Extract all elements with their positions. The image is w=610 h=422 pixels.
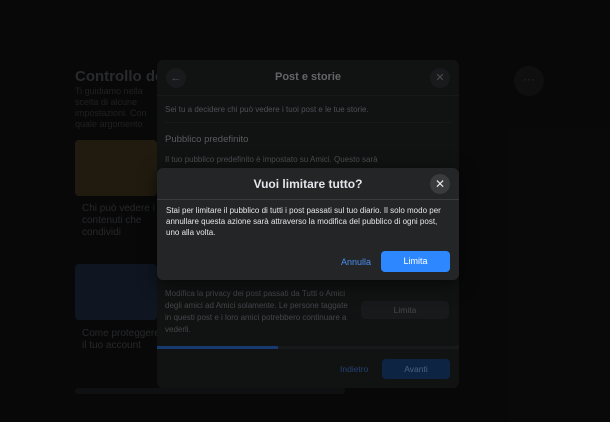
confirm-limit-button[interactable]: Limita bbox=[381, 251, 450, 272]
cancel-button[interactable]: Annulla bbox=[341, 257, 371, 267]
dialog-title: Vuoi limitare tutto? bbox=[253, 177, 363, 191]
confirm-dialog: Vuoi limitare tutto? ✕ Stai per limitare… bbox=[157, 168, 459, 280]
dialog-body: Stai per limitare il pubblico di tutti i… bbox=[166, 206, 441, 237]
dialog-header: Vuoi limitare tutto? ✕ bbox=[157, 168, 459, 200]
close-icon[interactable]: ✕ bbox=[430, 174, 450, 194]
